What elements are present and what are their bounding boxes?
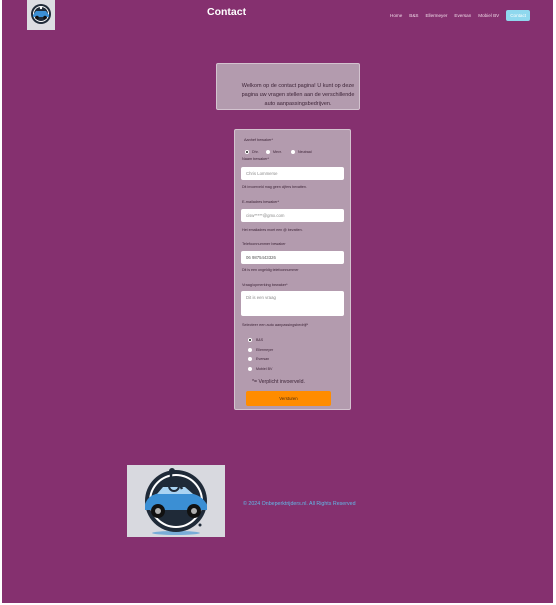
salutation-label: Aanhef bewaker* <box>244 138 273 142</box>
salutation-radio-mevr[interactable] <box>266 150 270 154</box>
email-input[interactable]: cisw*****@gmx.com <box>241 209 344 222</box>
company-option-eversan: Eversan <box>256 357 270 361</box>
nav-ellermeyer[interactable]: Ellermeyer <box>425 13 447 18</box>
phone-label: Telefoonnummer bewaker <box>242 242 286 246</box>
phone-input[interactable]: 06 9875443326 <box>241 251 344 264</box>
salutation-radio-neutraal[interactable] <box>291 150 295 154</box>
nav-eversan[interactable]: Eversan <box>454 13 471 18</box>
nav-home[interactable]: Home <box>390 13 402 18</box>
company-radio-ellermeyer[interactable] <box>248 348 252 352</box>
company-radio-bs[interactable] <box>248 338 252 342</box>
company-radio-mobiel-bv[interactable] <box>248 367 252 371</box>
name-input[interactable]: Chris Lommerse <box>241 167 344 180</box>
name-hint: Dit invoerveld mag geen cijfers bevatten… <box>242 185 307 189</box>
wheelchair-car-logo-icon <box>31 4 51 24</box>
company-option-ellermeyer: Ellermeyer <box>256 348 274 352</box>
company-option-mobiel-bv: Mobiel BV <box>256 367 273 371</box>
wheelchair-car-logo-icon <box>145 468 207 535</box>
phone-hint: Dit is een ongeldig telefoonnummer <box>242 268 299 272</box>
submit-button[interactable]: Versturen <box>246 391 331 406</box>
required-note: *= Verplicht invoerveld. <box>252 379 305 385</box>
question-textarea[interactable]: Dit is een vraag <box>241 291 344 316</box>
email-label: E-mailadres bewaker* <box>242 200 280 204</box>
nav-mobiel-bv[interactable]: Mobiel BV <box>478 13 499 18</box>
nav-contact-active[interactable]: Contact <box>506 9 531 21</box>
copyright-text: © 2024 Onbeperktrijders.nl. All Rights R… <box>243 501 356 507</box>
salutation-radio-dhr[interactable] <box>245 150 249 154</box>
salutation-option-neutraal: Neutraal <box>298 150 312 154</box>
footer-logo <box>127 465 225 537</box>
page-title: Contact <box>207 6 247 18</box>
email-hint: Het emailadres moet een @ bevatten. <box>242 228 303 232</box>
main-navigation: Home B&S Ellermeyer Eversan Mobiel BV Co… <box>390 9 531 21</box>
salutation-option-mevr: Mevr. <box>273 150 282 154</box>
name-label: Naam bewaker* <box>242 157 270 161</box>
company-label: Selecteer een auto aanpassingsbedrijf* <box>242 323 309 327</box>
nav-bs[interactable]: B&S <box>409 13 418 18</box>
welcome-text: Welkom op de contact pagina! U kunt op d… <box>241 83 355 107</box>
company-option-bs: B&S <box>256 338 264 342</box>
salutation-option-dhr: Dhr. <box>252 150 259 154</box>
company-radio-eversan[interactable] <box>248 357 252 361</box>
question-label: Vraag/opmerking bewaker* <box>242 283 288 287</box>
header-logo[interactable] <box>27 0 55 30</box>
